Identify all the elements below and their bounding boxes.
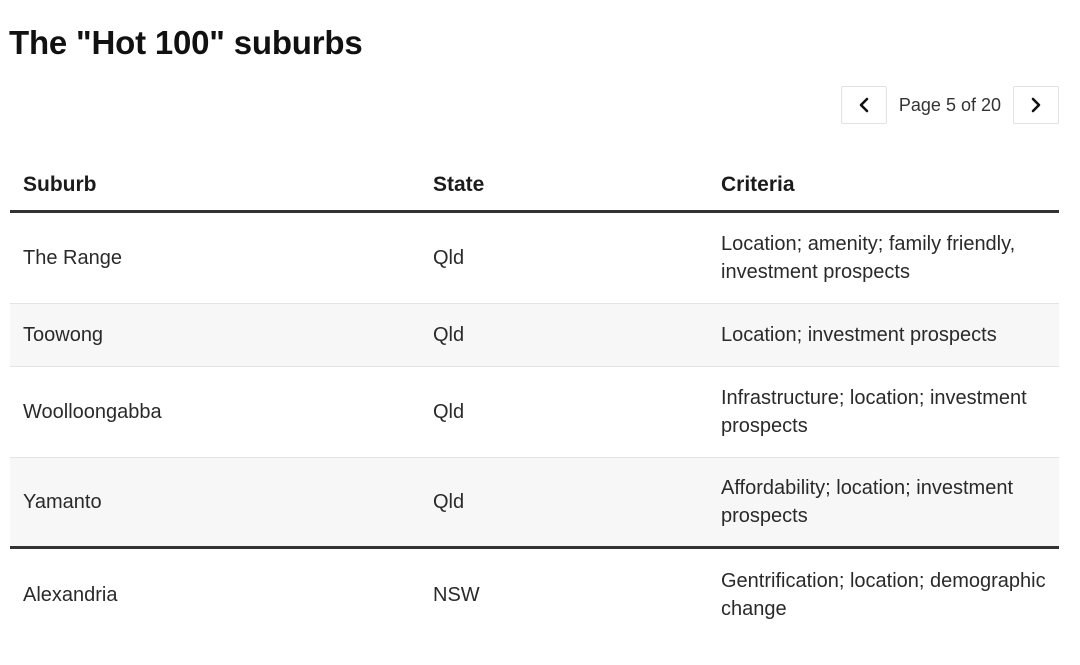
- table-row: Woolloongabba Qld Infrastructure; locati…: [10, 367, 1059, 458]
- next-page-button[interactable]: [1013, 86, 1059, 124]
- cell-criteria: Affordability; location; investment pros…: [721, 477, 1014, 527]
- cell-state: Qld: [433, 491, 465, 513]
- cell-criteria: Location; investment prospects: [721, 324, 997, 346]
- table-row: The Range Qld Location; amenity; family …: [10, 213, 1059, 304]
- cell-suburb: Yamanto: [23, 491, 102, 513]
- column-header-suburb: Suburb: [23, 172, 97, 196]
- cell-suburb: Toowong: [23, 324, 104, 346]
- table-header: Suburb State Criteria: [10, 159, 1059, 213]
- table-row: Yamanto Qld Affordability; location; inv…: [10, 458, 1059, 549]
- cell-state: NSW: [433, 583, 480, 606]
- prev-page-button[interactable]: [840, 86, 887, 124]
- chevron-right-icon: [1031, 97, 1041, 113]
- column-header-state: State: [433, 172, 485, 196]
- table-row: Toowong Qld Location; investment prospec…: [10, 304, 1059, 367]
- suburbs-table: Suburb State Criteria The Range Qld Loca…: [10, 159, 1059, 640]
- cell-suburb: Alexandria: [23, 583, 118, 606]
- cell-state: Qld: [433, 401, 465, 423]
- page-indicator: Page 5 of 20: [898, 94, 1001, 115]
- pagination: Page 5 of 20: [840, 85, 1059, 125]
- cell-criteria: Infrastructure; location; investment pro…: [721, 387, 1027, 437]
- cell-criteria: Gentrification; location; demographic ch…: [721, 569, 1046, 620]
- cell-state: Qld: [433, 324, 465, 346]
- page-title: The "Hot 100" suburbs: [9, 24, 363, 61]
- cell-criteria: Location; amenity; family friendly, inve…: [721, 233, 1016, 283]
- table-row: Alexandria NSW Gentrification; location;…: [10, 549, 1059, 640]
- cell-suburb: Woolloongabba: [23, 401, 162, 423]
- column-header-criteria: Criteria: [721, 172, 795, 196]
- chevron-left-icon: [859, 97, 869, 113]
- cell-state: Qld: [433, 247, 465, 269]
- cell-suburb: The Range: [23, 247, 122, 269]
